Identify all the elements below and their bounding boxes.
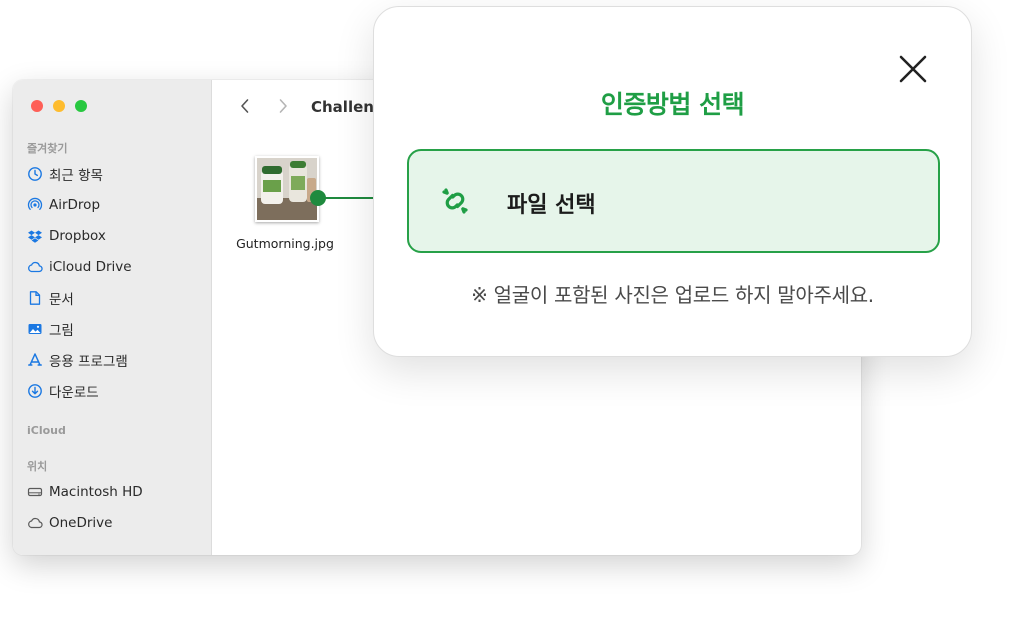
picture-icon: [28, 324, 42, 334]
chevron-right-icon: [279, 99, 287, 113]
sidebar-item-label: Dropbox: [49, 228, 106, 244]
minimize-window-button[interactable]: [53, 100, 65, 112]
sidebar-item-downloads[interactable]: 다운로드: [27, 379, 99, 403]
folder-title: Challen: [311, 98, 374, 116]
harddrive-icon: [27, 487, 43, 497]
window-controls: [31, 100, 87, 112]
sidebar-item-label: iCloud Drive: [49, 259, 132, 275]
sidebar-section-icloud: iCloud: [27, 424, 66, 437]
cloud-icon: [28, 261, 43, 273]
sidebar-item-label: 최근 항목: [49, 168, 103, 184]
close-button[interactable]: [897, 53, 929, 85]
close-icon: [899, 55, 927, 83]
sidebar-item-airdrop[interactable]: AirDrop: [27, 193, 100, 217]
sidebar-item-label: 응용 프로그램: [49, 354, 128, 370]
upload-notice: ※ 얼굴이 포함된 사진은 업로드 하지 말아주세요.: [471, 283, 874, 307]
clock-icon: [28, 167, 42, 181]
zoom-window-button[interactable]: [75, 100, 87, 112]
photo-thumbnail-image: [257, 158, 317, 220]
cloud-icon: [28, 517, 43, 529]
sidebar-item-label: OneDrive: [49, 515, 113, 531]
sidebar-item-label: 문서: [49, 292, 74, 308]
sidebar-item-label: Macintosh HD: [49, 484, 143, 500]
sidebar-item-recents[interactable]: 최근 항목: [27, 162, 103, 186]
file-name: Gutmorning.jpg: [236, 236, 334, 251]
auth-method-modal: 인증방법 선택 파일 선택 ※ 얼굴이 포함된 사진은 업로드 하지 말아주세요…: [373, 6, 972, 357]
sidebar-item-pictures[interactable]: 그림: [27, 317, 74, 341]
dropbox-icon: [28, 230, 42, 243]
sidebar-item-onedrive[interactable]: OneDrive: [27, 511, 112, 535]
file-thumbnail: [255, 156, 319, 222]
download-icon: [28, 384, 42, 398]
sidebar-item-label: 그림: [49, 323, 74, 339]
document-icon: [29, 291, 41, 305]
chevron-left-icon: [241, 99, 249, 113]
close-window-button[interactable]: [31, 100, 43, 112]
sidebar-item-documents[interactable]: 문서: [27, 286, 74, 310]
sidebar-section-favorites: 즐겨찾기: [27, 142, 68, 155]
airdrop-icon: [27, 197, 43, 210]
back-button[interactable]: [233, 94, 257, 118]
sidebar-item-macintosh-hd[interactable]: Macintosh HD: [27, 480, 143, 504]
sidebar-item-label: AirDrop: [49, 197, 101, 213]
sidebar-item-applications[interactable]: 응용 프로그램: [27, 348, 128, 372]
forward-button[interactable]: [271, 94, 295, 118]
applications-icon: [28, 353, 42, 366]
modal-title: 인증방법 선택: [600, 90, 745, 119]
file-select-label: 파일 선택: [507, 193, 596, 218]
file-select-option[interactable]: 파일 선택: [407, 149, 940, 253]
finder-sidebar: 즐겨찾기 최근 항목 AirDrop Dropbox iCloud Drive …: [13, 80, 212, 555]
sidebar-item-icloud-drive[interactable]: iCloud Drive: [27, 255, 132, 279]
sidebar-item-label: 다운로드: [49, 385, 99, 401]
sidebar-item-dropbox[interactable]: Dropbox: [27, 224, 106, 248]
link-icon: [442, 188, 468, 214]
sidebar-section-locations: 위치: [27, 460, 48, 473]
